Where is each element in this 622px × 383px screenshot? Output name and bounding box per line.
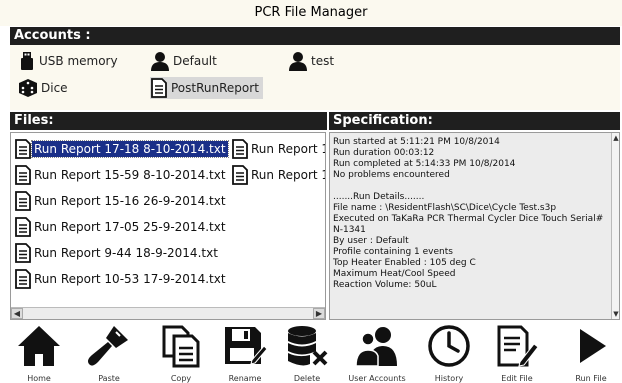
spec-line: Top Heater Enabled : 105 deg C xyxy=(333,258,476,268)
account-label: test xyxy=(311,54,335,68)
document-icon xyxy=(15,269,31,289)
toolbar-label: Copy xyxy=(170,374,192,383)
paste-button[interactable]: Paste xyxy=(78,322,140,383)
spec-line: Maximum Heat/Cool Speed xyxy=(333,269,456,279)
document-icon xyxy=(15,243,31,263)
file-item[interactable]: Run Report 15-59 8-10-2014.txt xyxy=(14,163,228,187)
user-icon xyxy=(151,52,169,71)
copy-button[interactable]: Copy xyxy=(150,322,212,383)
spec-line: Run completed at 5:14:33 PM 10/8/2014 xyxy=(333,159,516,169)
dice-icon xyxy=(19,79,37,97)
copy-icon xyxy=(162,325,200,368)
toolbar-label: User Accounts xyxy=(348,374,406,383)
account-label: Dice xyxy=(41,81,68,95)
run-file-button[interactable]: Run File xyxy=(560,322,622,383)
document-icon xyxy=(15,139,31,159)
spec-line: Profile containing 1 events xyxy=(333,247,453,257)
user-accounts-button[interactable]: User Accounts xyxy=(346,322,408,383)
document-icon xyxy=(232,139,248,159)
spec-line: N-1341 xyxy=(333,225,366,235)
accounts-panel: USB memory Default test Dice PostRunRepo… xyxy=(10,45,620,110)
scroll-up-icon[interactable]: ▲ xyxy=(612,133,619,143)
specification-panel[interactable]: Run started at 5:11:21 PM 10/8/2014 Run … xyxy=(329,132,620,320)
toolbar-label: Delete xyxy=(293,374,321,383)
files-horizontal-scrollbar[interactable]: ◀ ▶ xyxy=(11,307,325,319)
specification-header: Specification: xyxy=(329,112,620,130)
accounts-header: Accounts : xyxy=(10,27,620,45)
document-icon xyxy=(232,165,248,185)
document-icon xyxy=(15,165,31,185)
file-item[interactable]: Run Report 9-44 18-9-2014.txt xyxy=(14,241,220,265)
user-icon xyxy=(289,52,307,71)
run-play-icon xyxy=(580,329,606,363)
file-item[interactable]: Run Report 1 xyxy=(231,163,326,187)
user-accounts-icon xyxy=(355,327,397,367)
account-label: PostRunReport xyxy=(171,81,259,95)
file-item[interactable]: Run Report 17-05 25-9-2014.txt xyxy=(14,215,228,239)
toolbar-label: Paste xyxy=(98,374,120,383)
spec-line: Executed on TaKaRa PCR Thermal Cycler Di… xyxy=(333,214,604,224)
toolbar-label: Edit File xyxy=(501,374,533,383)
rename-button[interactable]: Rename xyxy=(214,322,276,383)
files-header: Files: xyxy=(10,112,327,130)
bottom-toolbar: Home Paste Copy Rename Delete User Accou… xyxy=(0,322,622,383)
file-name: Run Report 1 xyxy=(251,168,326,182)
edit-file-icon xyxy=(497,325,539,367)
account-dice[interactable]: Dice xyxy=(18,77,68,99)
window-title: PCR File Manager xyxy=(0,0,622,26)
toolbar-label: Rename xyxy=(228,374,262,383)
file-name: Run Report 9-44 18-9-2014.txt xyxy=(34,246,218,260)
files-list[interactable]: Run Report 17-18 8-10-2014.txt Run Repor… xyxy=(10,132,326,320)
delete-button[interactable]: Delete xyxy=(276,322,338,383)
spec-line: File name : \ResidentFlash\SC\Dice\Cycle… xyxy=(333,203,557,213)
history-button[interactable]: History xyxy=(418,322,480,383)
file-name: Run Report 17-18 8-10-2014.txt xyxy=(31,140,229,158)
file-item[interactable]: Run Report 10-53 17-9-2014.txt xyxy=(14,267,228,291)
account-test[interactable]: test xyxy=(288,50,334,72)
spec-line: Reaction Volume: 50uL xyxy=(333,280,437,290)
rename-floppy-icon xyxy=(225,327,268,365)
account-default[interactable]: Default xyxy=(150,50,217,72)
file-name: Run Report 10-53 17-9-2014.txt xyxy=(34,272,226,286)
account-label: Default xyxy=(173,54,217,68)
file-name: Run Report 17-05 25-9-2014.txt xyxy=(34,220,226,234)
history-clock-icon xyxy=(428,325,470,367)
toolbar-label: Home xyxy=(27,374,51,383)
delete-database-icon xyxy=(288,326,328,366)
file-item[interactable]: Run Report 1 xyxy=(231,137,326,161)
document-icon xyxy=(15,191,31,211)
toolbar-label: History xyxy=(434,374,464,383)
home-icon xyxy=(18,326,60,366)
spec-line: Run started at 5:11:21 PM 10/8/2014 xyxy=(333,137,500,147)
usb-memory-icon xyxy=(21,52,33,70)
account-label: USB memory xyxy=(39,54,118,68)
file-name: Run Report 15-16 26-9-2014.txt xyxy=(34,194,226,208)
file-item[interactable]: Run Report 17-18 8-10-2014.txt xyxy=(14,137,229,161)
document-icon xyxy=(15,217,31,237)
spec-line: Run duration 00:03:12 xyxy=(333,148,435,158)
file-name: Run Report 1 xyxy=(251,142,326,156)
scroll-right-icon[interactable]: ▶ xyxy=(313,308,325,319)
document-icon xyxy=(151,78,167,98)
specification-vertical-scrollbar[interactable]: ▲ ▼ xyxy=(611,133,619,319)
scroll-down-icon[interactable]: ▼ xyxy=(612,309,619,319)
file-item[interactable]: Run Report 15-16 26-9-2014.txt xyxy=(14,189,228,213)
account-postrunreport[interactable]: PostRunReport xyxy=(150,77,263,99)
home-button[interactable]: Home xyxy=(8,322,70,383)
spec-line: .......Run Details....... xyxy=(333,192,425,202)
spec-line: No problems encountered xyxy=(333,170,450,180)
account-usb-memory[interactable]: USB memory xyxy=(18,50,118,72)
edit-file-button[interactable]: Edit File xyxy=(486,322,548,383)
file-name: Run Report 15-59 8-10-2014.txt xyxy=(34,168,226,182)
spec-line: By user : Default xyxy=(333,236,409,246)
scroll-left-icon[interactable]: ◀ xyxy=(11,308,23,319)
toolbar-label: Run File xyxy=(575,374,607,383)
paste-brush-icon xyxy=(88,326,128,366)
